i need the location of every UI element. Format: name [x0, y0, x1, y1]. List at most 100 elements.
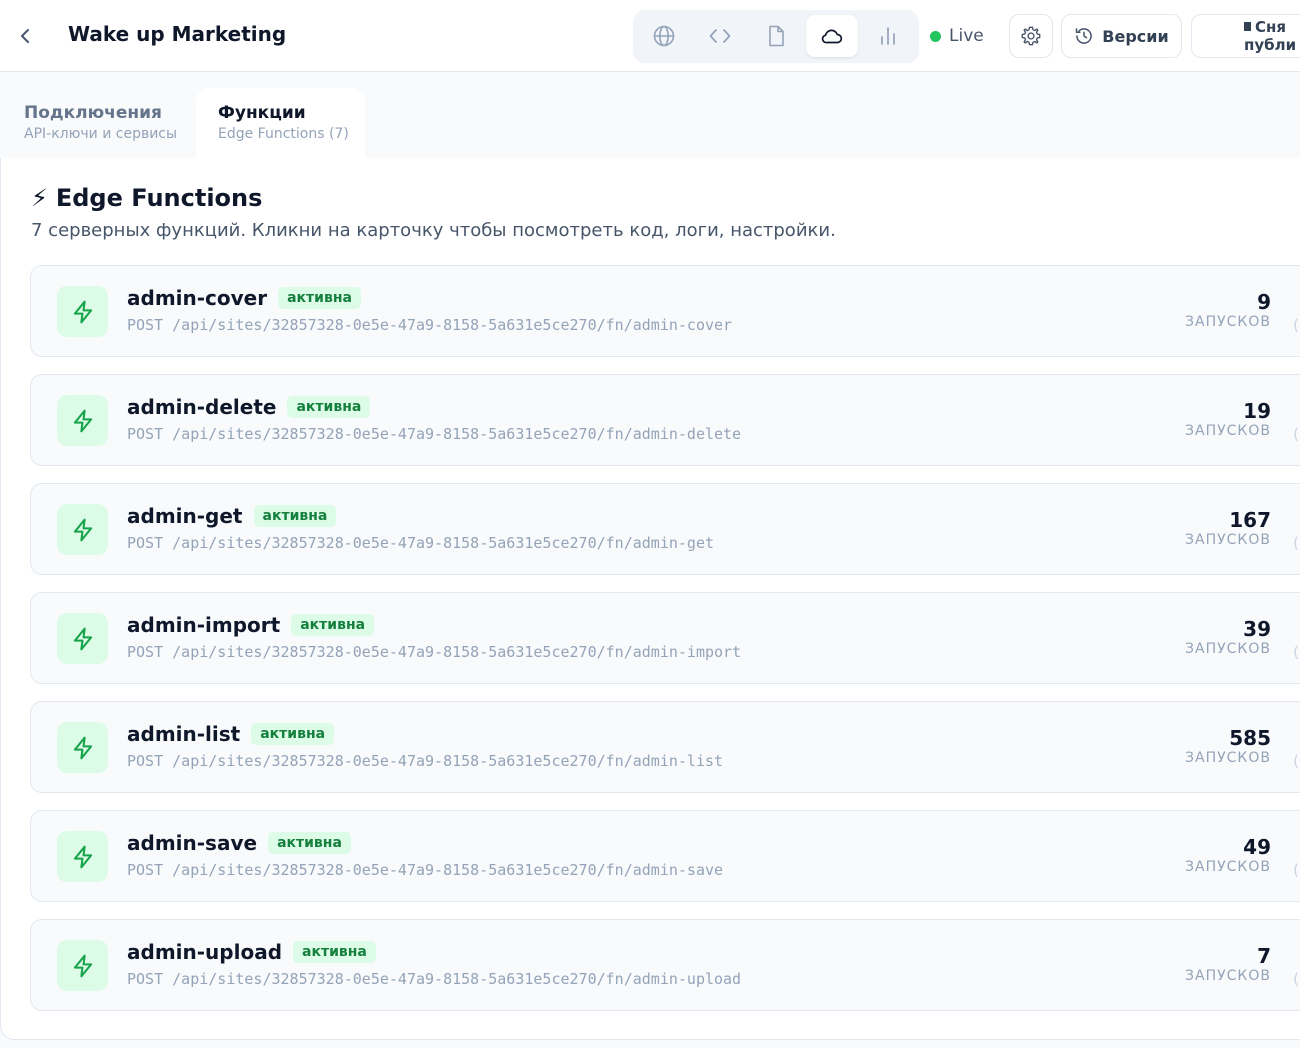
- function-header: admin-upload активна: [127, 940, 376, 964]
- status-badge: активна: [293, 941, 376, 963]
- tab-connections[interactable]: Подключения API-ключи и сервисы: [24, 88, 194, 160]
- versions-label: Версии: [1102, 26, 1169, 46]
- run-count: 7: [1257, 944, 1271, 968]
- run-count: 167: [1229, 508, 1271, 532]
- gear-icon: [1021, 26, 1041, 46]
- tab-subtitle: Edge Functions (7): [218, 126, 349, 142]
- function-name: admin-list: [127, 722, 241, 746]
- code-icon: [709, 29, 731, 43]
- status-badge: активна: [278, 287, 361, 309]
- tab-title: Функции: [218, 103, 306, 123]
- run-count-label: ЗАПУСКОВ: [1185, 423, 1271, 439]
- top-bar: Wake up Marketing Live Версии Сня публи: [0, 0, 1300, 72]
- run-count: 9: [1257, 290, 1271, 314]
- function-name: admin-import: [127, 613, 281, 637]
- status-badge: активна: [268, 832, 351, 854]
- view-files-button[interactable]: [750, 15, 802, 57]
- run-count-label: ЗАПУСКОВ: [1185, 750, 1271, 766]
- function-name: admin-get: [127, 504, 243, 528]
- zap-icon: [73, 627, 92, 650]
- run-count: 585: [1229, 726, 1271, 750]
- clipped-indicator-icon: (: [1293, 970, 1299, 988]
- section-title: ⚡ Edge Functions: [31, 184, 263, 212]
- zap-icon: [73, 845, 92, 868]
- tab-title: Подключения: [24, 103, 162, 123]
- function-endpoint: POST /api/sites/32857328-0e5e-47a9-8158-…: [127, 425, 742, 443]
- function-header: admin-get активна: [127, 504, 337, 528]
- view-analytics-button[interactable]: [862, 15, 914, 57]
- unpublish-label: Сня публи: [1244, 18, 1297, 54]
- function-endpoint: POST /api/sites/32857328-0e5e-47a9-8158-…: [127, 643, 742, 661]
- function-card[interactable]: admin-upload активна POST /api/sites/328…: [30, 919, 1300, 1011]
- function-icon: [57, 504, 108, 555]
- function-endpoint: POST /api/sites/32857328-0e5e-47a9-8158-…: [127, 534, 714, 552]
- bar-chart-icon: [881, 27, 895, 45]
- function-card[interactable]: admin-cover активна POST /api/sites/3285…: [30, 265, 1300, 357]
- back-button[interactable]: [12, 22, 38, 50]
- run-count-label: ЗАПУСКОВ: [1185, 314, 1271, 330]
- run-count-label: ЗАПУСКОВ: [1185, 859, 1271, 875]
- view-backend-button[interactable]: [806, 15, 858, 57]
- function-icon: [57, 722, 108, 773]
- function-icon: [57, 940, 108, 991]
- cloud-icon: [821, 29, 843, 44]
- run-count: 19: [1243, 399, 1271, 423]
- zap-icon: [73, 518, 92, 541]
- globe-icon: [653, 25, 675, 47]
- function-icon: [57, 395, 108, 446]
- status-badge: активна: [253, 505, 337, 527]
- function-card[interactable]: admin-list активна POST /api/sites/32857…: [30, 701, 1300, 793]
- clipped-indicator-icon: (: [1293, 643, 1299, 661]
- function-endpoint: POST /api/sites/32857328-0e5e-47a9-8158-…: [127, 861, 724, 879]
- function-card[interactable]: admin-delete активна POST /api/sites/328…: [30, 374, 1300, 466]
- function-icon: [57, 831, 108, 882]
- function-header: admin-cover активна: [127, 286, 361, 310]
- function-icon: [57, 613, 108, 664]
- run-count: 49: [1243, 835, 1271, 859]
- site-title: Wake up Marketing: [68, 22, 287, 46]
- settings-button[interactable]: [1009, 14, 1053, 58]
- run-count-label: ЗАПУСКОВ: [1185, 532, 1271, 548]
- run-count: 39: [1243, 617, 1271, 641]
- zap-icon: [73, 954, 92, 977]
- lightning-icon: ⚡: [31, 184, 48, 212]
- function-card[interactable]: admin-get активна POST /api/sites/328573…: [30, 483, 1300, 575]
- live-label: Live: [949, 26, 984, 46]
- file-icon: [769, 25, 784, 47]
- live-status: Live: [930, 22, 984, 50]
- function-name: admin-upload: [127, 940, 283, 964]
- stop-icon: [1244, 22, 1251, 31]
- function-name: admin-save: [127, 831, 258, 855]
- function-header: admin-import активна: [127, 613, 375, 637]
- clipped-indicator-icon: (: [1293, 425, 1299, 443]
- history-icon: [1076, 28, 1093, 44]
- clipped-indicator-icon: (: [1293, 534, 1299, 552]
- function-header: admin-save активна: [127, 831, 351, 855]
- view-preview-button[interactable]: [638, 15, 690, 57]
- chevron-left-icon: [21, 29, 29, 43]
- clipped-indicator-icon: (: [1293, 752, 1299, 770]
- functions-panel: ⚡ Edge Functions 7 серверных функций. Кли…: [0, 158, 1300, 1040]
- versions-button[interactable]: Версии: [1061, 14, 1182, 58]
- function-name: admin-delete: [127, 395, 277, 419]
- function-endpoint: POST /api/sites/32857328-0e5e-47a9-8158-…: [127, 970, 742, 988]
- zap-icon: [73, 300, 92, 323]
- function-endpoint: POST /api/sites/32857328-0e5e-47a9-8158-…: [127, 752, 724, 770]
- view-switcher: [633, 10, 919, 63]
- function-header: admin-list активна: [127, 722, 335, 746]
- function-name: admin-cover: [127, 286, 268, 310]
- status-badge: активна: [287, 396, 371, 418]
- run-count-label: ЗАПУСКОВ: [1185, 641, 1271, 657]
- clipped-indicator-icon: (: [1293, 316, 1299, 334]
- view-code-button[interactable]: [694, 15, 746, 57]
- tab-functions[interactable]: Функции Edge Functions (7): [196, 88, 365, 160]
- tab-subtitle: API-ключи и сервисы: [24, 126, 178, 142]
- run-count-label: ЗАПУСКОВ: [1185, 968, 1271, 984]
- function-card[interactable]: admin-save активна POST /api/sites/32857…: [30, 810, 1300, 902]
- zap-icon: [73, 409, 92, 432]
- function-card[interactable]: admin-import активна POST /api/sites/328…: [30, 592, 1300, 684]
- section-description: 7 серверных функций. Кликни на карточку …: [31, 220, 836, 241]
- unpublish-button[interactable]: Сня публи: [1191, 14, 1300, 58]
- live-dot-icon: [930, 30, 941, 42]
- status-badge: активна: [291, 614, 375, 636]
